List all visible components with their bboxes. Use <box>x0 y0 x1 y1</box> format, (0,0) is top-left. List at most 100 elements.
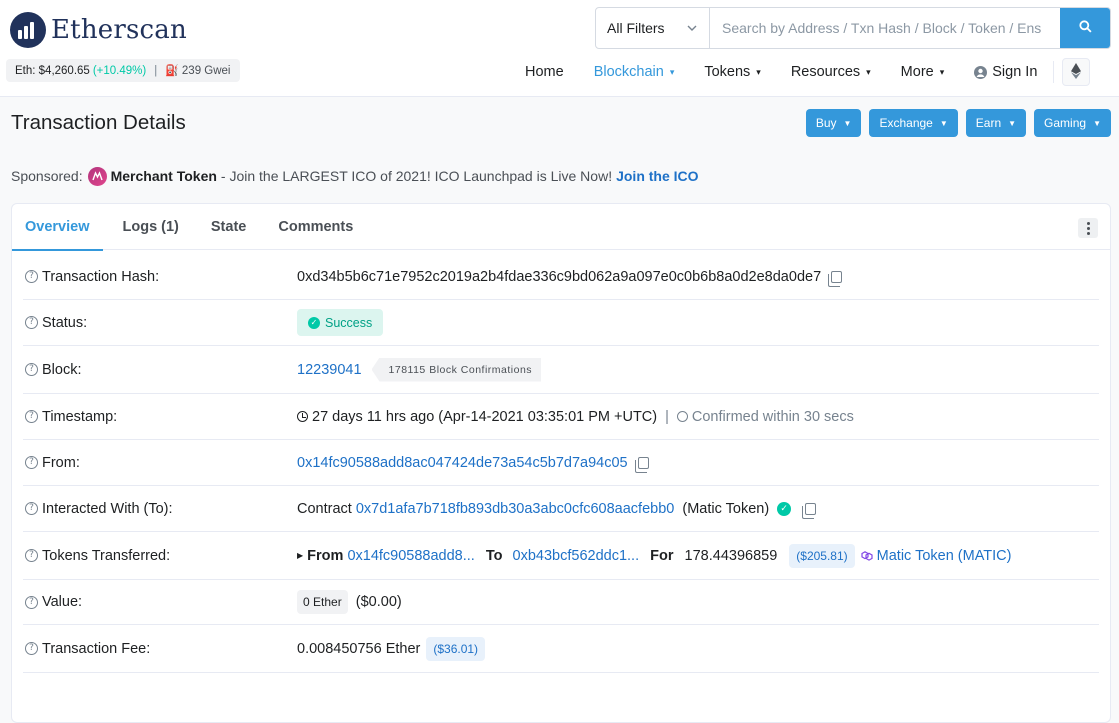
buy-button-label: Buy <box>815 116 837 130</box>
block-confirmations-badge: 178115 Block Confirmations <box>371 357 542 382</box>
token-from-address-link[interactable]: 0x14fc90588add8... <box>347 548 474 564</box>
block-label: Block: <box>42 361 82 378</box>
row-from: ? From: 0x14fc90588add8ac047424de73a54c5b… <box>23 440 1099 486</box>
buy-button[interactable]: Buy ▼ <box>805 109 862 137</box>
sponsored-banner: Sponsored: Merchant Token - Join the LAR… <box>11 165 699 187</box>
status-badge: ✓ Success <box>297 309 384 336</box>
row-timestamp: ? Timestamp: 27 days 11 hrs ago (Apr-14-2… <box>23 394 1099 440</box>
token-for-label: For <box>650 547 674 564</box>
copy-icon[interactable] <box>802 502 817 519</box>
network-switch-button[interactable] <box>1062 58 1091 86</box>
token-to-address-link[interactable]: 0xb43bcf562ddc1... <box>513 548 640 564</box>
copy-icon[interactable] <box>828 270 843 287</box>
question-circle-icon[interactable]: ? <box>25 502 38 515</box>
divider: | <box>154 64 158 77</box>
question-circle-icon[interactable]: ? <box>25 270 38 283</box>
chevron-down-icon <box>687 23 697 34</box>
nav-tokens-label: Tokens <box>704 64 751 80</box>
status-value: Success <box>325 315 373 330</box>
nav-divider <box>1053 61 1055 83</box>
nav-sign-in-label: Sign In <box>992 64 1038 80</box>
nav-more[interactable]: More ▾ <box>886 64 960 80</box>
token-amount: 178.44396859 <box>684 547 778 564</box>
chevron-down-icon: ▾ <box>756 66 761 77</box>
sponsored-label: Sponsored: <box>11 168 83 184</box>
caret-right-icon: ▶ <box>297 551 304 560</box>
fee-value: 0.008450756 Ether <box>297 640 421 657</box>
gaming-button[interactable]: Gaming ▼ <box>1034 109 1111 137</box>
value-ether: 0 Ether <box>297 590 348 614</box>
tab-overview-label: Overview <box>25 219 90 235</box>
chevron-down-icon: ▼ <box>1008 118 1017 128</box>
question-circle-icon[interactable]: ? <box>25 363 38 376</box>
chevron-down-icon: ▾ <box>669 66 675 77</box>
gas-price[interactable]: 239 Gwei <box>182 65 231 77</box>
divider: | <box>665 408 669 425</box>
timestamp-label: Timestamp: <box>42 408 118 425</box>
sponsored-cta-link[interactable]: Join the ICO <box>616 168 698 184</box>
value-label: Value: <box>42 594 83 610</box>
row-value: ? Value: 0 Ether ($0.00) <box>23 580 1099 625</box>
more-vertical-icon[interactable] <box>1078 218 1098 238</box>
sponsored-brand[interactable]: Merchant Token <box>111 168 217 184</box>
question-circle-icon[interactable]: ? <box>25 410 38 423</box>
tab-comments[interactable]: Comments <box>259 204 366 250</box>
tab-state[interactable]: State <box>192 204 259 250</box>
ethereum-icon <box>1071 62 1082 82</box>
row-tokens-transferred: ? Tokens Transferred: ▶ From 0x14fc90588a… <box>23 532 1099 580</box>
question-circle-icon[interactable]: ? <box>25 549 38 562</box>
search-icon <box>1078 20 1092 36</box>
nav-blockchain[interactable]: Blockchain ▾ <box>579 64 690 80</box>
header: Etherscan Eth: $4,260.65 (+10.49%) | ⛽ 2… <box>0 0 1119 97</box>
copy-icon[interactable] <box>634 456 649 473</box>
row-block: ? Block: 12239041 178115 Block Confirmatio… <box>23 346 1099 394</box>
timestamp-value: 27 days 11 hrs ago (Apr-14-2021 03:35:01… <box>312 408 658 425</box>
from-label: From: <box>42 454 80 471</box>
question-circle-icon[interactable]: ? <box>25 642 38 655</box>
eth-price-change: (+10.49%) <box>92 64 147 77</box>
tab-overview[interactable]: Overview <box>12 204 103 251</box>
tab-logs[interactable]: Logs (1) <box>103 204 192 250</box>
value-usd: ($0.00) <box>355 594 402 610</box>
gas-pump-icon: ⛽ <box>165 65 179 77</box>
confirmed-within: Confirmed within 30 secs <box>691 408 854 425</box>
block-link[interactable]: 12239041 <box>297 362 362 378</box>
search-input[interactable] <box>710 8 1060 48</box>
token-usd-value: ($205.81) <box>789 543 855 568</box>
question-circle-icon[interactable]: ? <box>25 595 38 609</box>
exchange-button-label: Exchange <box>879 116 933 130</box>
contract-address-link[interactable]: 0x7d1afa7b718fb893db30a3abc0cfc608aacfeb… <box>356 501 674 517</box>
contract-name: (Matic Token) <box>682 500 770 517</box>
tab-comments-label: Comments <box>278 219 354 235</box>
logo-text: Etherscan <box>51 15 187 45</box>
token-name-link[interactable]: Matic Token (MATIC) <box>877 548 1012 564</box>
nav-home[interactable]: Home <box>510 64 579 80</box>
question-circle-icon[interactable]: ? <box>25 456 38 469</box>
row-transaction-hash: ? Transaction Hash: 0xd34b5b6c71e7952c201… <box>23 254 1099 300</box>
question-circle-icon[interactable]: ? <box>25 316 38 329</box>
check-circle-icon: ✓ <box>777 501 792 516</box>
nav-sign-in[interactable]: Sign In <box>959 64 1047 80</box>
search-button[interactable] <box>1060 8 1110 48</box>
fee-label: Transaction Fee: <box>42 640 151 657</box>
fee-usd-value: ($36.01) <box>426 636 486 661</box>
tab-bar: Overview Logs (1) State Comments <box>12 204 1110 251</box>
etherscan-logo[interactable]: Etherscan <box>10 12 187 48</box>
row-interacted-with: ? Interacted With (To): Contract 0x7d1afa… <box>23 486 1099 532</box>
row-transaction-fee: ? Transaction Fee: 0.008450756 Ether ($36.… <box>23 625 1099 673</box>
transaction-card: Overview Logs (1) State Comments ? Transa… <box>11 203 1111 723</box>
chevron-down-icon: ▾ <box>939 66 945 77</box>
from-address-link[interactable]: 0x14fc90588add8ac047424de73a54c5b7d7a94c… <box>297 455 628 471</box>
eth-price-pill: Eth: $4,260.65 (+10.49%) | ⛽ 239 Gwei <box>6 59 240 82</box>
nav-tokens[interactable]: Tokens ▾ <box>689 64 775 80</box>
nav-home-label: Home <box>525 64 564 80</box>
exchange-button[interactable]: Exchange ▼ <box>869 109 958 137</box>
status-label: Status: <box>42 314 88 331</box>
earn-button[interactable]: Earn ▼ <box>965 109 1027 137</box>
merchant-token-logo-icon <box>87 166 107 186</box>
token-to-label: To <box>485 547 503 564</box>
search-filter-select[interactable]: All Filters <box>596 8 710 48</box>
user-icon <box>974 65 988 79</box>
nav-resources[interactable]: Resources ▾ <box>776 64 886 80</box>
check-circle-icon: ✓ <box>308 316 320 329</box>
